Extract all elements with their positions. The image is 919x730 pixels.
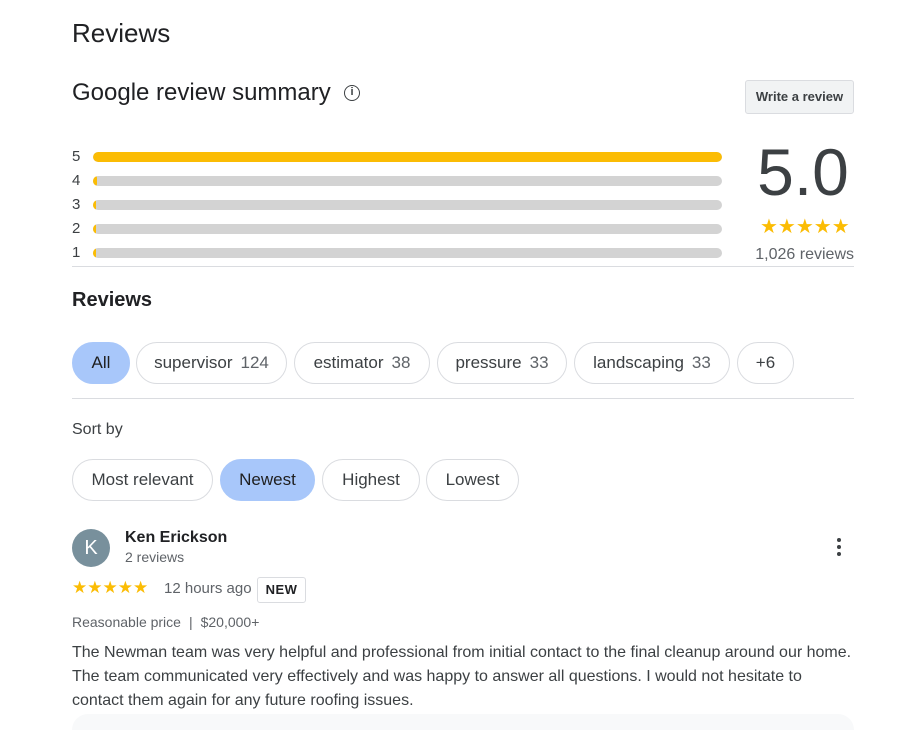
chip-label: pressure	[455, 353, 522, 372]
chip-count: 33	[691, 353, 711, 372]
owner-response-box	[72, 714, 854, 730]
chip-count: 38	[391, 353, 411, 372]
chip-label: Lowest	[445, 470, 500, 489]
review-count: 1,026 reviews	[755, 246, 854, 263]
chip-label: supervisor	[154, 353, 233, 372]
review-text: The Newman team was very helpful and pro…	[72, 644, 852, 709]
sort-highest[interactable]: Highest	[322, 459, 420, 501]
sort-newest[interactable]: Newest	[220, 459, 315, 501]
chip-label: All	[91, 353, 111, 372]
reviewer-name[interactable]: Ken Erickson	[125, 529, 227, 547]
chip-count: 124	[240, 353, 269, 372]
avatar[interactable]: K	[72, 529, 110, 567]
rating-bar-track	[93, 200, 722, 210]
rating-bar-track	[93, 248, 722, 258]
review-summary-title: Google review summary	[72, 79, 331, 106]
rating-bar-fill	[93, 200, 96, 210]
info-icon[interactable]: i	[344, 85, 360, 101]
reviews-heading: Reviews	[72, 289, 153, 311]
sort-most-relevant[interactable]: Most relevant	[72, 459, 213, 501]
rating-bar-track	[93, 152, 722, 162]
chip-label: Newest	[239, 470, 296, 489]
divider	[72, 398, 854, 399]
divider	[72, 266, 854, 267]
rating-bar-5[interactable]: 5	[72, 148, 724, 165]
more-vert-icon[interactable]	[830, 535, 848, 559]
chip-label: Highest	[342, 470, 400, 489]
rating-bar-track	[93, 176, 722, 186]
new-badge: NEW	[257, 577, 306, 603]
rating-bar-track	[93, 224, 722, 234]
review-stars: ★★★★★	[72, 578, 149, 597]
rating-bar-label: 3	[72, 196, 81, 213]
average-rating-stars: ★★★★★	[760, 216, 850, 238]
rating-bar-fill	[93, 176, 97, 186]
chip-label: landscaping	[593, 353, 684, 372]
price-line: Reasonable price | $20,000+	[72, 614, 259, 630]
topic-chip-pressure[interactable]: pressure 33	[437, 342, 567, 384]
topic-chip-landscaping[interactable]: landscaping 33	[574, 342, 730, 384]
average-rating: 5.0	[757, 135, 849, 209]
chip-label: estimator	[313, 353, 384, 372]
rating-bar-fill	[93, 152, 722, 162]
rating-bar-fill	[93, 248, 96, 258]
topic-chip-more[interactable]: +6	[737, 342, 794, 384]
rating-bar-3[interactable]: 3	[72, 196, 724, 213]
topic-chip-all[interactable]: All	[72, 342, 130, 384]
chip-label: +6	[755, 353, 776, 372]
rating-bar-4[interactable]: 4	[72, 172, 724, 189]
rating-bar-label: 4	[72, 172, 81, 189]
write-review-button[interactable]: Write a review	[745, 80, 854, 114]
topic-chip-supervisor[interactable]: supervisor 124	[136, 342, 287, 384]
rating-bar-label: 2	[72, 220, 81, 237]
sort-by-label: Sort by	[72, 421, 123, 438]
reviewer-review-count: 2 reviews	[125, 549, 185, 565]
review-time: 12 hours ago	[164, 580, 252, 597]
chip-count: 33	[529, 353, 549, 372]
page-title: Reviews	[72, 18, 171, 48]
sort-lowest[interactable]: Lowest	[426, 459, 519, 501]
price-label: Reasonable price	[72, 614, 181, 630]
chip-label: Most relevant	[91, 470, 194, 489]
rating-bar-label: 5	[72, 148, 81, 165]
price-value: $20,000+	[200, 614, 260, 630]
rating-bar-2[interactable]: 2	[72, 220, 724, 237]
rating-bar-1[interactable]: 1	[72, 244, 724, 261]
rating-bar-fill	[93, 224, 96, 234]
rating-bar-label: 1	[72, 244, 81, 261]
price-separator: |	[188, 614, 193, 630]
topic-chip-estimator[interactable]: estimator 38	[294, 342, 430, 384]
